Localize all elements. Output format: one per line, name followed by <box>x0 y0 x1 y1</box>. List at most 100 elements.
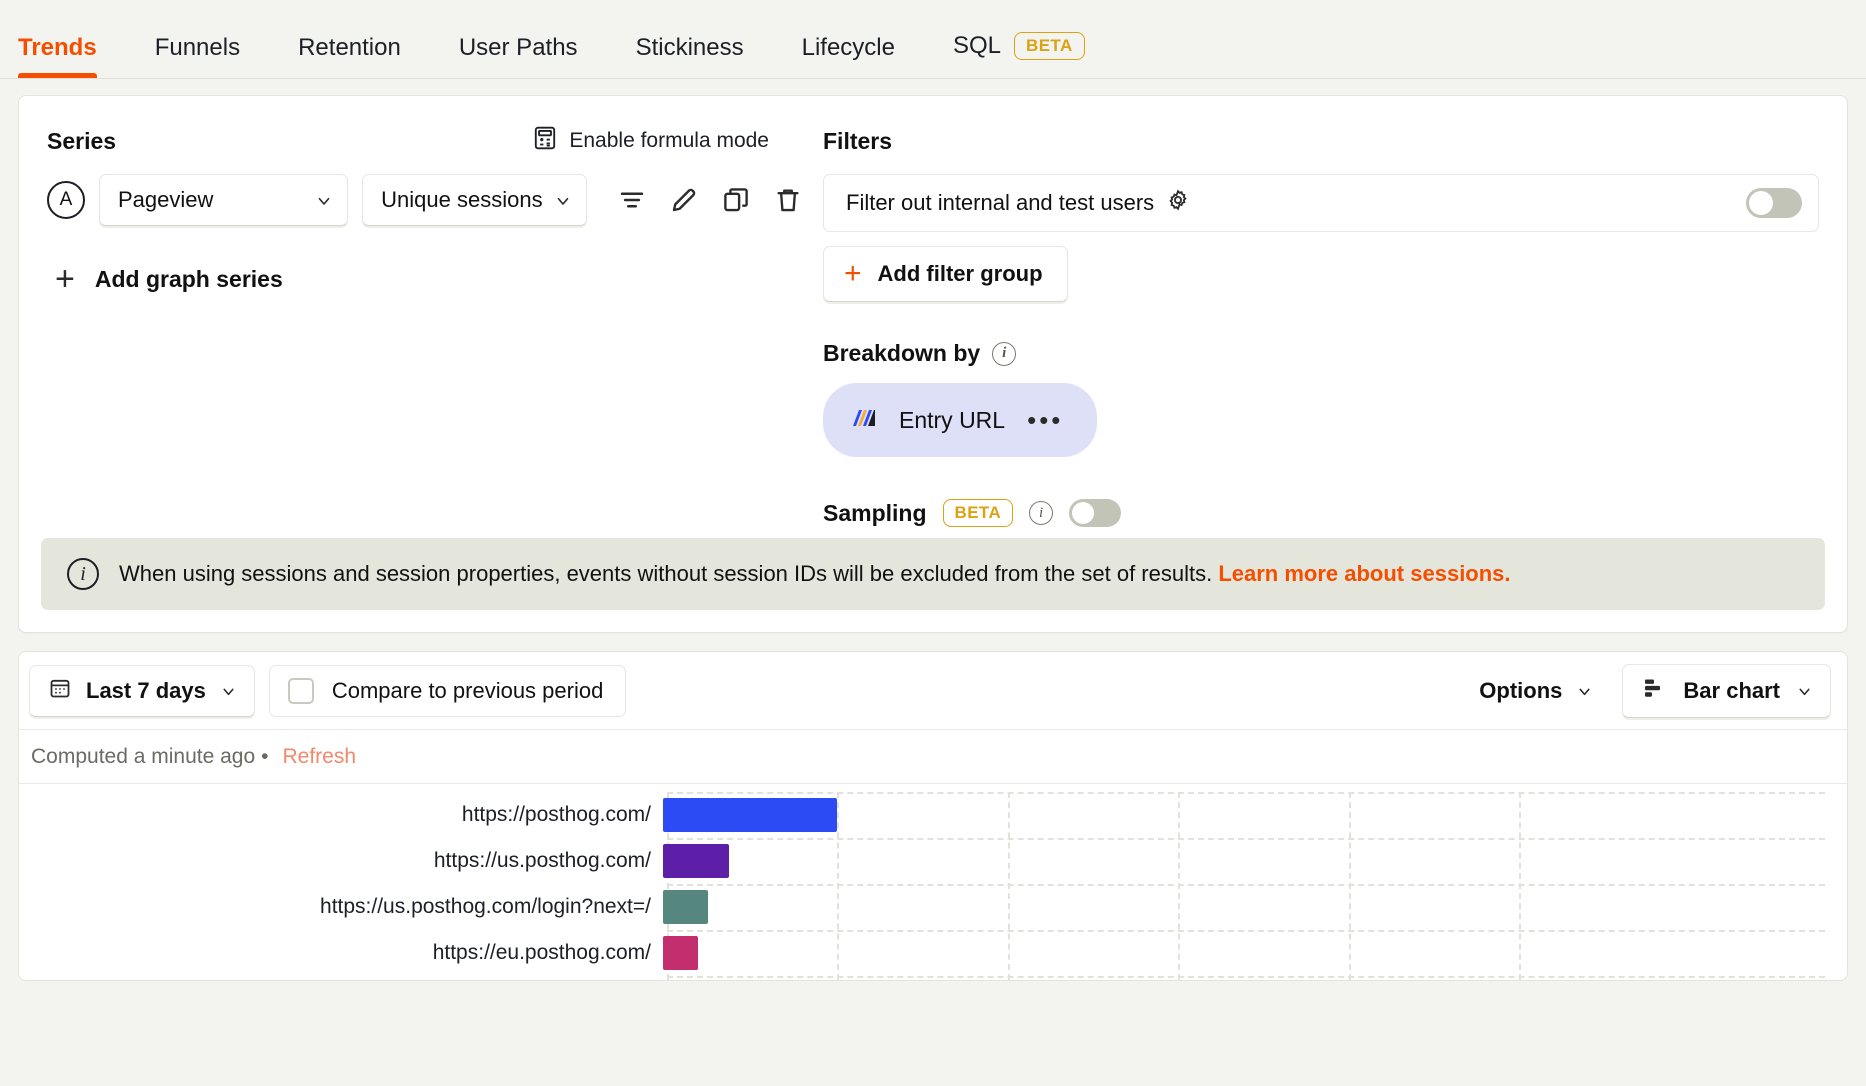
date-range-picker[interactable]: Last 7 days <box>29 664 255 717</box>
tab-funnels-label: Funnels <box>154 34 241 61</box>
filters-title: Filters <box>823 127 893 154</box>
enable-formula-mode-label: Enable formula mode <box>569 129 769 152</box>
options-label: Options <box>1479 677 1563 703</box>
bar-track <box>663 838 1847 884</box>
internal-users-filter-toggle[interactable] <box>1746 188 1802 218</box>
insight-chart-card: Last 7 days Compare to previous period O… <box>18 651 1848 981</box>
event-select[interactable]: Pageview <box>99 174 349 226</box>
bar-chart-icon <box>1641 676 1667 705</box>
breakdown-pill-label: Entry URL <box>899 406 1006 433</box>
series-panel: Series Enable formula mode A Pageview Un… <box>47 124 805 527</box>
bar-category-label: https://us.posthog.com/ <box>433 849 651 872</box>
compare-checkbox[interactable] <box>287 677 314 704</box>
computed-text: Computed a minute ago <box>31 744 256 768</box>
plus-icon: + <box>55 260 75 298</box>
tab-lifecycle-label: Lifecycle <box>801 34 895 61</box>
tab-lifecycle[interactable]: Lifecycle <box>802 36 929 78</box>
breakdown-by-heading: Breakdown by i <box>823 340 1819 367</box>
bar-chart-row[interactable]: https://posthog.com/ <box>19 792 1847 838</box>
tab-stickiness-label: Stickiness <box>635 34 744 61</box>
series-letter-badge: A <box>47 181 85 219</box>
calculator-icon <box>532 125 558 157</box>
bar-category-label: https://posthog.com/ <box>461 803 651 826</box>
bar[interactable] <box>663 844 730 878</box>
add-filter-group-label: Add filter group <box>877 261 1043 286</box>
trash-icon[interactable] <box>771 183 805 217</box>
add-filter-group-button[interactable]: + Add filter group <box>823 246 1068 302</box>
tab-trends[interactable]: Trends <box>18 36 131 78</box>
computed-status-row: Computed a minute ago • Refresh <box>19 730 1847 784</box>
insight-type-tabs: Trends Funnels Retention User Paths Stic… <box>0 0 1866 79</box>
more-options-icon[interactable]: ••• <box>1027 407 1063 433</box>
computed-separator: • <box>261 744 269 768</box>
info-icon[interactable]: i <box>1029 501 1054 525</box>
bar-chart-row[interactable]: https://us.posthog.com/ <box>19 838 1847 884</box>
series-title: Series <box>47 127 117 154</box>
trends-bar-chart[interactable]: https://posthog.com/https://us.posthog.c… <box>19 784 1847 980</box>
bar-track <box>663 792 1847 838</box>
entry-url-icon <box>851 406 877 435</box>
learn-more-about-sessions-link[interactable]: Learn more about sessions. <box>1218 561 1510 586</box>
filters-panel: Filters Filter out internal and test use… <box>805 124 1819 527</box>
math-select-value: Unique sessions <box>381 187 543 212</box>
tab-trends-label: Trends <box>18 34 97 61</box>
bar[interactable] <box>663 798 837 832</box>
calendar-icon <box>48 676 72 705</box>
tab-user-paths[interactable]: User Paths <box>459 36 612 78</box>
sessions-info-banner-text: When using sessions and session properti… <box>119 560 1511 589</box>
internal-users-filter-row[interactable]: Filter out internal and test users <box>823 174 1819 232</box>
tab-retention-label: Retention <box>298 34 401 61</box>
series-actions <box>615 183 805 217</box>
bar-track <box>663 930 1847 976</box>
math-select[interactable]: Unique sessions <box>362 174 587 226</box>
grid-line-horizontal <box>667 976 1825 978</box>
pencil-icon[interactable] <box>667 183 701 217</box>
series-row-a: A Pageview Unique sessions <box>47 174 805 226</box>
chevron-down-icon <box>220 683 236 699</box>
sampling-beta-badge: BETA <box>942 499 1014 527</box>
chart-type-label: Bar chart <box>1683 677 1780 703</box>
breakdown-pill-entry-url[interactable]: Entry URL ••• <box>823 383 1098 457</box>
bar-track <box>663 884 1847 930</box>
sampling-row: Sampling BETA i <box>823 499 1819 527</box>
tab-funnels[interactable]: Funnels <box>155 36 274 78</box>
sampling-toggle[interactable] <box>1069 499 1122 527</box>
duplicate-icon[interactable] <box>719 183 753 217</box>
refresh-button[interactable]: Refresh <box>283 745 357 769</box>
info-icon[interactable]: i <box>992 341 1017 366</box>
chart-toolbar: Last 7 days Compare to previous period O… <box>19 652 1847 730</box>
chevron-down-icon <box>1796 683 1812 699</box>
tab-stickiness[interactable]: Stickiness <box>636 36 778 78</box>
tab-sql-label: SQL <box>952 32 1002 59</box>
bar-chart-row[interactable]: https://eu.posthog.com/ <box>19 930 1847 976</box>
tab-user-paths-label: User Paths <box>458 34 578 61</box>
chevron-down-icon <box>554 192 570 208</box>
bar[interactable] <box>663 936 698 970</box>
chevron-down-icon <box>1576 683 1592 699</box>
compare-to-previous-period-button[interactable]: Compare to previous period <box>268 664 627 717</box>
plus-icon: + <box>844 257 862 290</box>
internal-users-filter-label: Filter out internal and test users <box>846 190 1155 215</box>
add-graph-series-button[interactable]: + Add graph series <box>55 262 805 296</box>
enable-formula-mode-button[interactable]: Enable formula mode <box>532 125 805 157</box>
info-icon: i <box>67 558 99 590</box>
tab-retention[interactable]: Retention <box>298 36 435 78</box>
bar-category-label: https://us.posthog.com/login?next=/ <box>320 895 651 918</box>
tab-sql[interactable]: SQL BETA <box>953 32 1085 78</box>
gear-icon[interactable] <box>1166 188 1190 218</box>
compare-label: Compare to previous period <box>331 677 604 703</box>
sessions-info-banner-message: When using sessions and session properti… <box>119 560 1213 586</box>
bar-chart-row[interactable]: https://us.posthog.com/login?next=/ <box>19 884 1847 930</box>
filter-icon[interactable] <box>615 183 649 217</box>
internal-users-filter-label-wrap: Filter out internal and test users <box>846 188 1190 218</box>
chart-type-button[interactable]: Bar chart <box>1622 663 1831 718</box>
event-select-value: Pageview <box>118 187 214 212</box>
options-button[interactable]: Options <box>1465 665 1606 717</box>
bar-category-label: https://eu.posthog.com/ <box>432 941 651 964</box>
sql-beta-badge: BETA <box>1014 32 1085 60</box>
date-range-value: Last 7 days <box>86 677 206 703</box>
bar[interactable] <box>663 890 709 924</box>
sampling-label: Sampling <box>823 499 927 526</box>
chevron-down-icon <box>315 192 331 208</box>
breakdown-by-label: Breakdown by <box>823 340 981 366</box>
